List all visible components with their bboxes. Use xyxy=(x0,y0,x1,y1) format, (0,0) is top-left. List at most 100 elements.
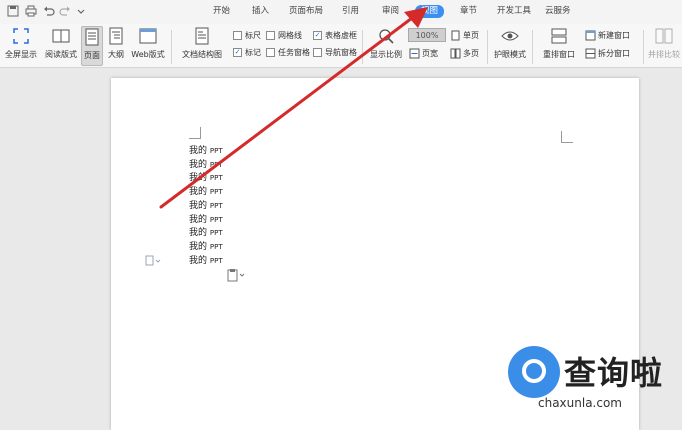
document-body[interactable]: 我的 PPT 我的 PPT 我的 PPT 我的 PPT 我的 PPT 我的 PP… xyxy=(189,145,223,268)
text-line: 我的 PPT xyxy=(189,228,223,239)
zoom-icon xyxy=(376,26,396,46)
redo-icon[interactable] xyxy=(58,4,72,18)
arrange-windows-icon xyxy=(549,26,569,46)
text-line: 我的 PPT xyxy=(189,159,223,170)
gridlines-checkbox[interactable]: 网格线 xyxy=(266,29,302,41)
ruler-checkbox[interactable]: 标尺 xyxy=(233,29,261,41)
ribbon-divider xyxy=(171,30,172,64)
page-width-icon xyxy=(409,48,420,58)
table-gridlines-checkbox-box[interactable]: ✓ xyxy=(313,30,322,40)
tab-insert[interactable]: 插入 xyxy=(252,5,269,17)
fullscreen-icon xyxy=(11,26,31,46)
watermark-text: 查询啦 xyxy=(564,354,664,392)
side-by-side-icon xyxy=(654,26,674,46)
eye-mode-label: 护眼模式 xyxy=(494,50,526,59)
new-window-button[interactable]: 新建窗口 xyxy=(585,28,630,42)
doc-map-button[interactable]: 文档结构图 xyxy=(177,26,227,66)
ruler-checkbox-box[interactable] xyxy=(233,30,242,40)
web-view-button[interactable]: Web版式 xyxy=(130,26,166,66)
side-by-side-button[interactable]: 并排比较 xyxy=(647,26,681,66)
tab-references[interactable]: 引用 xyxy=(342,5,359,17)
print-icon[interactable] xyxy=(24,4,38,18)
watermark: 查询啦 chaxunla.com xyxy=(508,346,678,410)
text-line: 我的 PPT xyxy=(189,214,223,225)
zoom-100-button[interactable]: 100% xyxy=(408,28,446,42)
outline-view-label: 大纲 xyxy=(108,50,124,59)
watermark-url: chaxunla.com xyxy=(538,396,622,410)
text-line: 我的 PPT xyxy=(189,146,223,156)
nav-pane-label: 导航窗格 xyxy=(325,47,357,57)
new-window-icon xyxy=(585,30,596,40)
eye-icon xyxy=(500,26,520,46)
margin-corner-marker xyxy=(189,127,201,139)
more-icon[interactable] xyxy=(74,4,88,18)
tab-developer[interactable]: 开发工具 xyxy=(497,5,531,17)
ribbon-divider xyxy=(643,30,644,64)
paragraph-options-icon[interactable] xyxy=(145,255,161,267)
arrange-windows-label: 重排窗口 xyxy=(543,50,575,59)
ribbon-divider xyxy=(362,30,363,64)
multi-page-button[interactable]: 多页 xyxy=(450,46,479,60)
gridlines-checkbox-box[interactable] xyxy=(266,30,275,40)
tab-page-layout[interactable]: 页面布局 xyxy=(289,5,323,17)
page-view-button[interactable]: 页面 xyxy=(81,26,103,66)
single-page-label: 单页 xyxy=(463,30,479,40)
tab-view[interactable]: 视图 xyxy=(415,5,445,18)
ribbon-view: 全屏显示 阅读版式 页面 大纲 Web版式 文档结构图 标尺 网格线 ✓ 表格虚… xyxy=(0,24,682,68)
zoom-button[interactable]: 显示比例 xyxy=(368,26,404,66)
web-view-label: Web版式 xyxy=(131,50,165,59)
task-pane-checkbox[interactable]: 任务窗格 xyxy=(266,46,310,58)
fullscreen-button[interactable]: 全屏显示 xyxy=(4,26,38,66)
nav-pane-checkbox[interactable]: 导航窗格 xyxy=(313,46,357,58)
doc-map-icon xyxy=(192,26,212,46)
mark-checkbox[interactable]: ✓ 标记 xyxy=(233,46,261,58)
ribbon-divider xyxy=(532,30,533,64)
mark-checkbox-box[interactable]: ✓ xyxy=(233,47,242,57)
split-window-icon xyxy=(585,48,596,58)
tab-review[interactable]: 审阅 xyxy=(382,5,399,17)
gridlines-label: 网格线 xyxy=(278,30,302,40)
text-line: 我的 PPT xyxy=(189,200,223,211)
undo-icon[interactable] xyxy=(42,4,56,18)
split-window-button[interactable]: 拆分窗口 xyxy=(585,46,630,60)
task-pane-checkbox-box[interactable] xyxy=(266,47,275,57)
text-line: 我的 PPT xyxy=(189,187,223,198)
ruler-label: 标尺 xyxy=(245,30,261,40)
mark-label: 标记 xyxy=(245,47,261,57)
paste-options-icon[interactable] xyxy=(226,268,246,282)
table-gridlines-checkbox[interactable]: ✓ 表格虚框 xyxy=(313,29,357,41)
tab-cloud-service[interactable]: 云服务 xyxy=(545,5,571,17)
eye-mode-button[interactable]: 护眼模式 xyxy=(492,26,528,66)
zoom-100-label: 100% xyxy=(415,30,439,40)
zoom-label: 显示比例 xyxy=(370,50,402,59)
tab-home[interactable]: 开始 xyxy=(213,5,230,17)
single-page-icon xyxy=(451,30,460,40)
web-view-icon xyxy=(138,26,158,46)
doc-map-label: 文档结构图 xyxy=(182,50,222,59)
reading-mode-icon xyxy=(51,26,71,46)
page-width-button[interactable]: 页宽 xyxy=(409,46,438,60)
split-window-label: 拆分窗口 xyxy=(598,48,630,58)
page-view-icon xyxy=(82,27,102,47)
ribbon-divider xyxy=(487,30,488,64)
text-line: 我的 PPT xyxy=(189,241,223,252)
page-width-label: 页宽 xyxy=(422,48,438,58)
arrange-windows-button[interactable]: 重排窗口 xyxy=(537,26,581,66)
reading-mode-button[interactable]: 阅读版式 xyxy=(43,26,79,66)
outline-view-icon xyxy=(106,26,126,46)
menu-bar: 开始 插入 页面布局 引用 审阅 视图 章节 开发工具 云服务 xyxy=(0,0,682,24)
tab-chapter[interactable]: 章节 xyxy=(460,5,477,17)
table-gridlines-label: 表格虚框 xyxy=(325,30,357,40)
nav-pane-checkbox-box[interactable] xyxy=(313,47,322,57)
watermark-logo-icon xyxy=(508,346,560,398)
new-window-label: 新建窗口 xyxy=(598,30,630,40)
fullscreen-label: 全屏显示 xyxy=(5,50,37,59)
task-pane-label: 任务窗格 xyxy=(278,47,310,57)
outline-view-button[interactable]: 大纲 xyxy=(105,26,127,66)
multi-page-label: 多页 xyxy=(463,48,479,58)
save-icon[interactable] xyxy=(6,4,20,18)
page-view-label: 页面 xyxy=(84,51,100,60)
text-line: 我的 PPT xyxy=(189,255,223,266)
margin-corner-marker xyxy=(561,131,573,143)
single-page-button[interactable]: 单页 xyxy=(450,28,479,42)
